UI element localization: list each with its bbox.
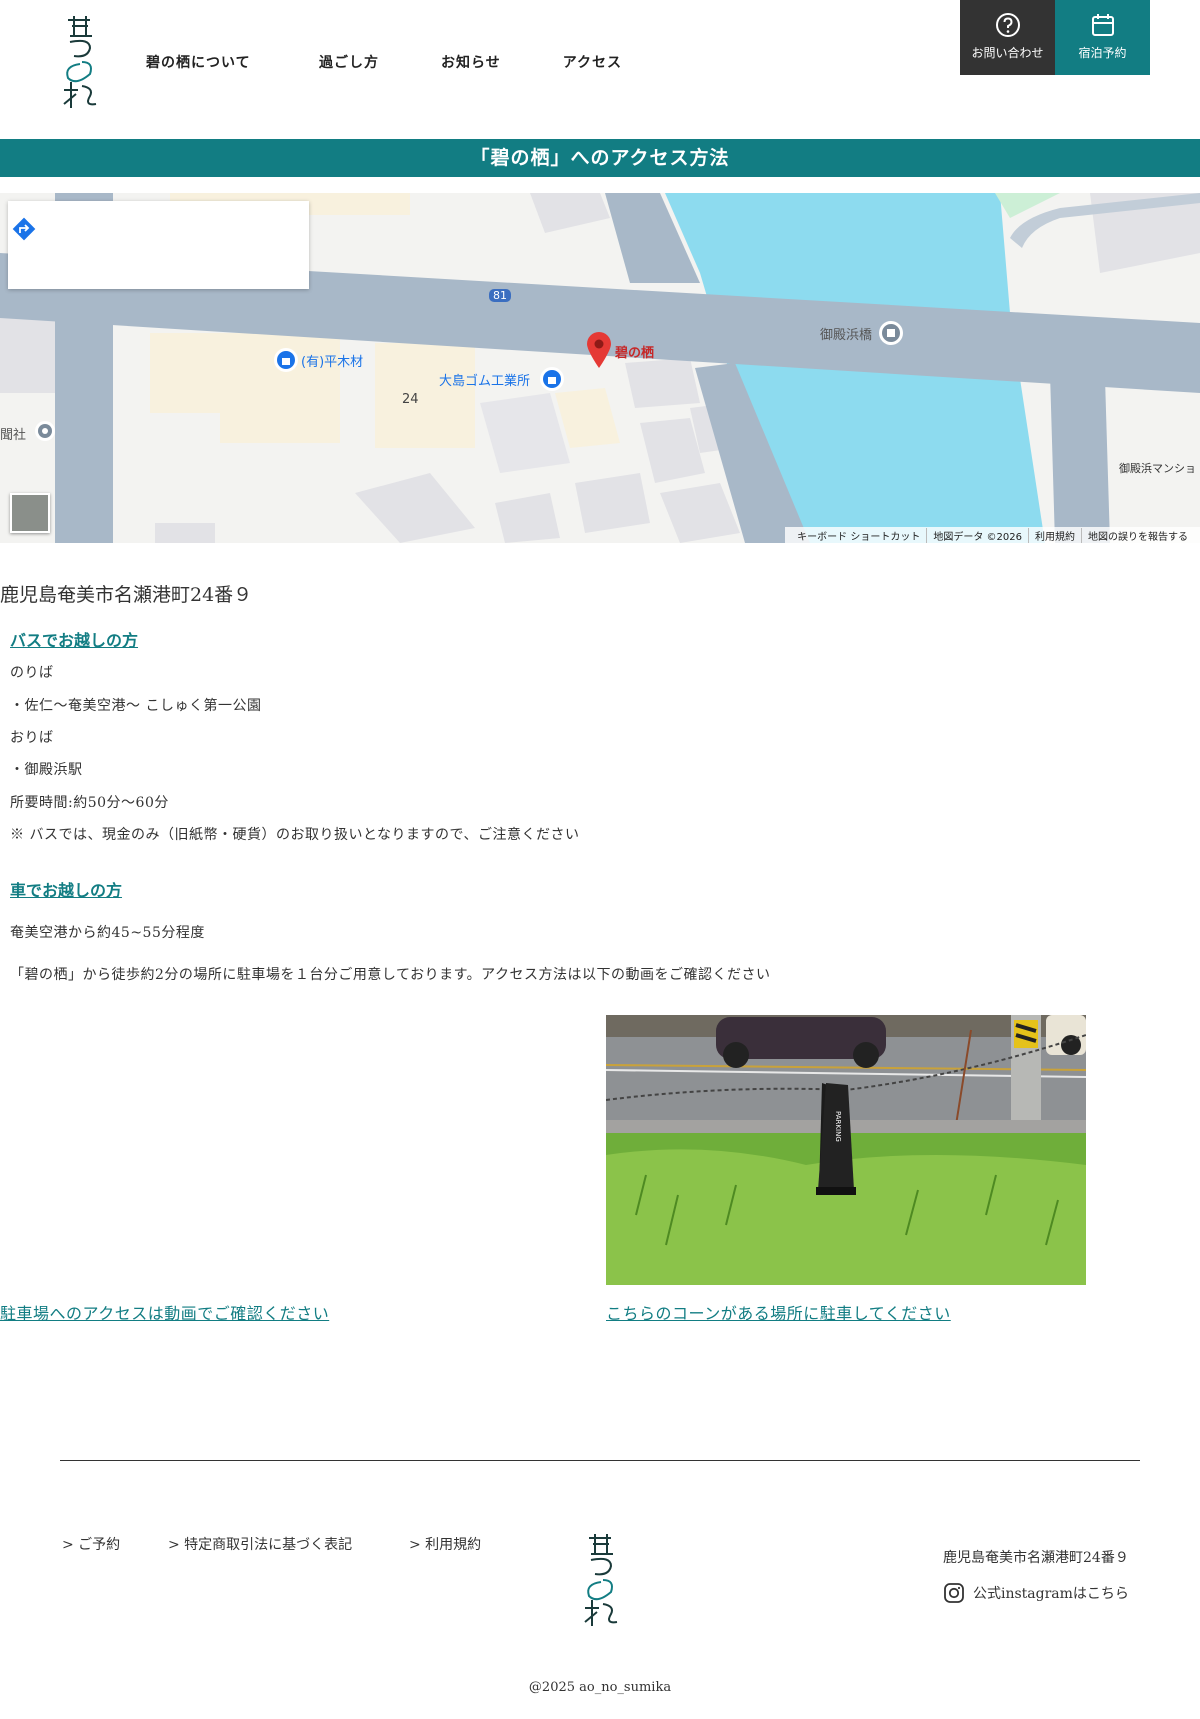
bus-line: おりば: [10, 730, 54, 746]
nav-about[interactable]: 碧の栖について: [146, 52, 257, 72]
reserve-button[interactable]: 宿泊予約: [1055, 0, 1150, 75]
calendar-icon: [1091, 14, 1114, 36]
location-pin-icon[interactable]: [586, 331, 612, 369]
place-oshima-gomu[interactable]: 大島ゴム工業所: [439, 370, 530, 389]
directions-icon[interactable]: [8, 213, 40, 245]
place-newspaper[interactable]: 聞社: [0, 424, 26, 443]
inquiry-label: お問い合わせ: [971, 46, 1044, 60]
inquiry-button[interactable]: お問い合わせ: [960, 0, 1055, 75]
place-hiraki[interactable]: (有)平木材: [301, 351, 363, 370]
footer-logo[interactable]: [583, 1530, 619, 1628]
terms-link[interactable]: 利用規約: [1028, 527, 1081, 543]
site-logo[interactable]: [60, 12, 100, 110]
map-info-card[interactable]: [8, 201, 309, 289]
nav-stay[interactable]: 過ごし方: [319, 52, 379, 72]
place-gotenhama-bridge[interactable]: 御殿浜橋: [820, 324, 872, 343]
map-attribution: キーボード ショートカット 地図データ ©2026 利用規約 地図の誤りを報告す…: [785, 527, 1200, 543]
instagram-icon: [944, 1583, 964, 1603]
cone-parking-text: PARKING: [834, 1111, 842, 1142]
instagram-link[interactable]: 公式instagramはこちら: [943, 1582, 1129, 1604]
question-icon: [995, 13, 1020, 37]
footer-link-terms[interactable]: > 利用規約: [409, 1534, 481, 1554]
shop-pin-icon[interactable]: [539, 366, 565, 392]
shop-pin-icon[interactable]: [273, 347, 299, 373]
pin-label[interactable]: 碧の栖: [615, 342, 654, 361]
place-pin-icon[interactable]: [34, 420, 56, 442]
site-header: 碧の栖について 過ごし方 お知らせ アクセス お問い合わせ 宿泊予約: [0, 0, 1200, 130]
footer-divider: [60, 1460, 1140, 1461]
car-line: 「碧の栖」から徒歩約2分の場所に駐車場を１台分ご用意しております。アクセス方法は…: [10, 967, 771, 983]
bus-line: ※ バスでは、現金のみ（旧紙幣・硬貨）のお取り扱いとなりますので、ご注意ください: [10, 827, 580, 843]
bus-line: 所要時間:約50分〜60分: [10, 795, 169, 811]
photo-caption-link[interactable]: こちらのコーンがある場所に駐車してください: [606, 1300, 951, 1324]
keyboard-shortcuts-link[interactable]: キーボード ショートカット: [791, 528, 926, 543]
map-data-credit: 地図データ ©2026: [926, 527, 1028, 543]
copyright: @2025 ao_no_sumika: [528, 1680, 672, 1695]
report-error-link[interactable]: 地図の誤りを報告する: [1081, 527, 1194, 543]
address: 鹿児島奄美市名瀬港町24番９: [0, 584, 253, 606]
reserve-label: 宿泊予約: [1078, 46, 1127, 60]
instagram-label: 公式instagramはこちら: [973, 1586, 1129, 1602]
page-title: 「碧の栖」へのアクセス方法: [0, 139, 1200, 177]
bus-line: ・御殿浜駅: [10, 762, 83, 778]
route-shield: 81: [489, 289, 511, 302]
embedded-map[interactable]: 81 24 (有)平木材 大島ゴム工業所 碧の栖 御殿浜橋 御殿浜マンショ 聞社…: [0, 193, 1200, 543]
video-caption-link[interactable]: 駐車場へのアクセスは動画でご確認ください: [0, 1300, 329, 1324]
nav-access[interactable]: アクセス: [563, 52, 622, 72]
footer-link-reserve[interactable]: > ご予約: [62, 1534, 120, 1554]
footer-link-commerce-act[interactable]: > 特定商取引法に基づく表記: [168, 1534, 352, 1554]
nav-news[interactable]: お知らせ: [441, 52, 501, 72]
bus-line: のりば: [10, 665, 54, 681]
place-gotenhama-mansion[interactable]: 御殿浜マンショ: [1119, 460, 1196, 476]
bus-line: ・佐仁〜奄美空港〜 こしゅく第一公園: [10, 698, 262, 714]
main-nav: 碧の栖について 過ごし方 お知らせ アクセス: [146, 52, 684, 72]
parking-photo: PARKING: [606, 1015, 1086, 1285]
car-heading: 車でお越しの方: [10, 881, 123, 900]
footer-address: 鹿児島奄美市名瀬港町24番９: [943, 1550, 1129, 1566]
street-view-thumbnail[interactable]: [10, 493, 50, 533]
bus-stop-icon[interactable]: [878, 320, 904, 346]
bus-heading: バスでお越しの方: [10, 631, 139, 650]
car-line: 奄美空港から約45~55分程度: [10, 925, 205, 941]
block-number: 24: [402, 392, 419, 407]
